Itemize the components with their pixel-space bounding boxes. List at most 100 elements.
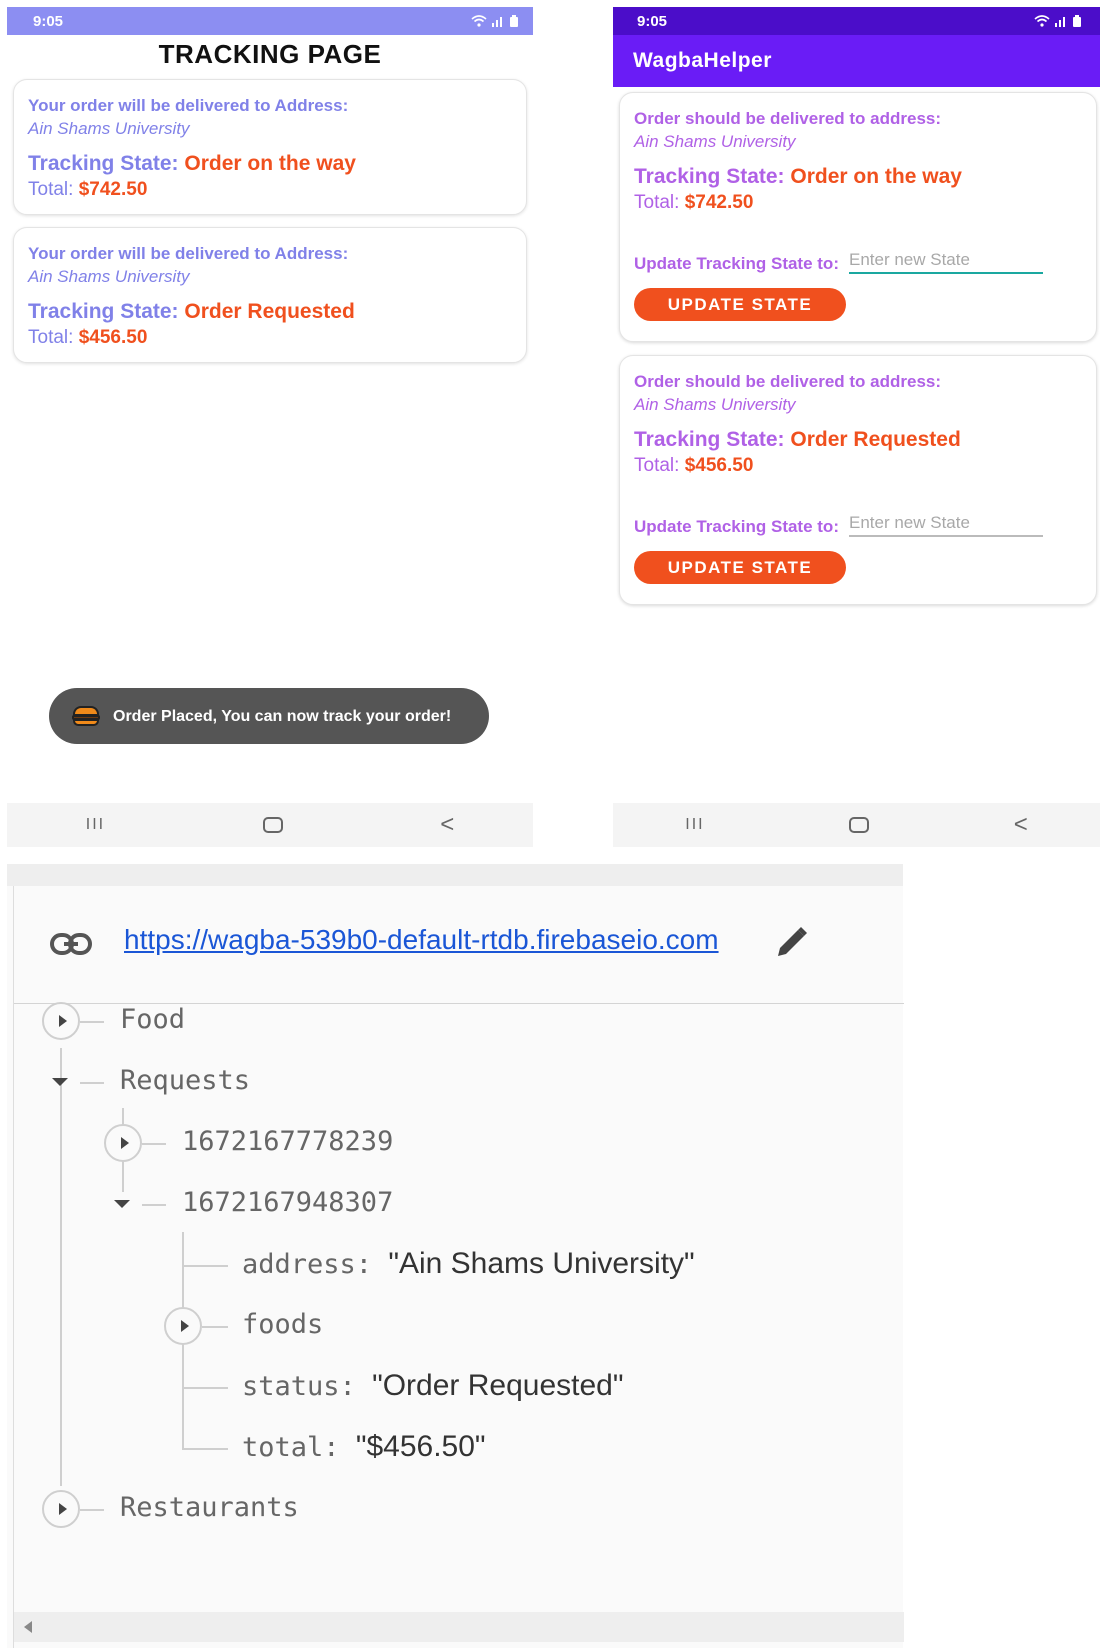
total-line: Total: $456.50 xyxy=(28,327,512,349)
order-card[interactable]: Your order will be delivered to Address:… xyxy=(13,79,527,215)
total-value: $456.50 xyxy=(78,327,148,348)
recent-apps-button[interactable]: III xyxy=(685,816,704,834)
burger-icon xyxy=(71,704,101,728)
update-state-row: Update Tracking State to: xyxy=(634,511,1082,537)
address-label: Your order will be delivered to Address: xyxy=(28,96,349,115)
tracking-state-value: Order Requested xyxy=(184,300,355,323)
tree-connector xyxy=(80,1509,104,1511)
tracking-state-line: Tracking State: Order Requested xyxy=(634,428,1082,452)
field-key: address: xyxy=(242,1249,373,1280)
tree-node-food[interactable]: Food xyxy=(120,1004,185,1035)
field-value: "$456.50" xyxy=(355,1430,486,1463)
update-state-button[interactable]: UPDATE STATE xyxy=(634,288,846,321)
signal-icon xyxy=(492,17,502,27)
status-bar: 9:05 xyxy=(613,7,1100,35)
order-card: Order should be delivered to address: Ai… xyxy=(619,355,1097,605)
tracking-state-label: Tracking State: xyxy=(634,428,785,451)
tree-node-foods[interactable]: foods xyxy=(242,1309,323,1340)
edit-pencil-icon[interactable] xyxy=(774,926,808,960)
tracking-state-line: Tracking State: Order on the way xyxy=(634,165,1082,189)
collapse-arrow-icon[interactable] xyxy=(114,1200,130,1208)
status-bar: 9:05 xyxy=(7,7,533,35)
navigation-bar: III < xyxy=(7,803,533,847)
expand-toggle[interactable] xyxy=(104,1124,142,1162)
field-value: "Ain Shams University" xyxy=(388,1247,695,1280)
field-key: status: xyxy=(242,1371,356,1402)
address-value: Ain Shams University xyxy=(634,395,796,414)
status-icons xyxy=(471,14,519,28)
total-line: Total: $742.50 xyxy=(28,179,512,201)
tracking-state-label: Tracking State: xyxy=(28,152,179,175)
wifi-icon xyxy=(471,15,487,27)
total-value: $742.50 xyxy=(684,192,754,213)
database-url-bar: https://wagba-539b0-default-rtdb.firebas… xyxy=(14,886,904,1004)
back-button[interactable]: < xyxy=(440,811,454,839)
status-time: 9:05 xyxy=(33,12,64,30)
expand-arrow-icon xyxy=(58,1503,67,1515)
tree-field-total[interactable]: total: "$456.50" xyxy=(242,1430,486,1464)
order-card: Order should be delivered to address: Ai… xyxy=(619,92,1097,342)
tree-connector xyxy=(80,1021,104,1023)
tree-connector xyxy=(142,1204,166,1206)
order-card[interactable]: Your order will be delivered to Address:… xyxy=(13,227,527,363)
tree-field-address[interactable]: address: "Ain Shams University" xyxy=(242,1247,695,1281)
new-state-input[interactable] xyxy=(848,511,1043,537)
total-label: Total: xyxy=(28,179,74,200)
update-state-label: Update Tracking State to: xyxy=(634,254,839,273)
tree-node-requests[interactable]: Requests xyxy=(120,1065,250,1096)
new-state-input[interactable] xyxy=(848,248,1043,274)
total-label: Total: xyxy=(28,327,74,348)
tracking-state-value: Order on the way xyxy=(184,152,356,175)
total-value: $456.50 xyxy=(684,455,754,476)
tree-connector xyxy=(60,1048,62,1486)
back-button[interactable]: < xyxy=(1014,811,1028,839)
firebase-database-viewer: https://wagba-539b0-default-rtdb.firebas… xyxy=(7,864,904,1648)
address-value: Ain Shams University xyxy=(634,132,796,151)
expand-toggle[interactable] xyxy=(164,1307,202,1345)
expand-arrow-icon xyxy=(180,1320,189,1332)
total-label: Total: xyxy=(634,455,680,476)
app-bar: WagbaHelper xyxy=(613,35,1100,87)
tree-connector xyxy=(182,1448,228,1450)
database-tree: Food Requests 1672167778239 167216794830… xyxy=(14,1002,904,1594)
field-value: "Order Requested" xyxy=(372,1369,624,1402)
expand-arrow-icon xyxy=(120,1137,129,1149)
tree-connector xyxy=(202,1326,228,1328)
tree-node-restaurants[interactable]: Restaurants xyxy=(120,1492,299,1523)
total-value: $742.50 xyxy=(78,179,148,200)
tree-connector xyxy=(142,1143,166,1145)
tree-node-request-id[interactable]: 1672167778239 xyxy=(182,1126,393,1157)
tree-field-status[interactable]: status: "Order Requested" xyxy=(242,1369,624,1403)
expand-arrow-icon xyxy=(58,1015,67,1027)
recent-apps-button[interactable]: III xyxy=(86,816,105,834)
tree-node-request-id[interactable]: 1672167948307 xyxy=(182,1187,393,1218)
database-panel: https://wagba-539b0-default-rtdb.firebas… xyxy=(13,886,904,1648)
update-state-button[interactable]: UPDATE STATE xyxy=(634,551,846,584)
tree-connector xyxy=(182,1387,228,1389)
collapse-arrow-icon[interactable] xyxy=(52,1078,68,1086)
tracking-state-line: Tracking State: Order Requested xyxy=(28,300,512,324)
total-line: Total: $456.50 xyxy=(634,455,1082,477)
address-label: Your order will be delivered to Address: xyxy=(28,244,349,263)
tracking-state-label: Tracking State: xyxy=(28,300,179,323)
horizontal-scrollbar[interactable] xyxy=(14,1612,904,1642)
battery-icon xyxy=(1073,14,1081,27)
scroll-left-icon[interactable] xyxy=(24,1621,32,1633)
toast-text: Order Placed, You can now track your ord… xyxy=(113,707,452,725)
home-button[interactable] xyxy=(849,817,870,833)
app-title: WagbaHelper xyxy=(633,49,772,72)
address-label: Order should be delivered to address: xyxy=(634,109,942,128)
customer-tracking-screen: 9:05 TRACKING PAGE Your order will be de… xyxy=(7,7,533,847)
tracking-state-label: Tracking State: xyxy=(634,165,785,188)
page-title: TRACKING PAGE xyxy=(158,39,382,69)
total-line: Total: $742.50 xyxy=(634,192,1082,214)
home-button[interactable] xyxy=(262,817,283,833)
tracking-state-value: Order Requested xyxy=(790,428,961,451)
status-icons xyxy=(1034,14,1082,28)
signal-icon xyxy=(1055,17,1065,27)
expand-toggle[interactable] xyxy=(42,1490,80,1528)
address-label: Order should be delivered to address: xyxy=(634,372,942,391)
database-url-link[interactable]: https://wagba-539b0-default-rtdb.firebas… xyxy=(124,924,719,956)
address-value: Ain Shams University xyxy=(28,119,190,138)
expand-toggle[interactable] xyxy=(42,1002,80,1040)
